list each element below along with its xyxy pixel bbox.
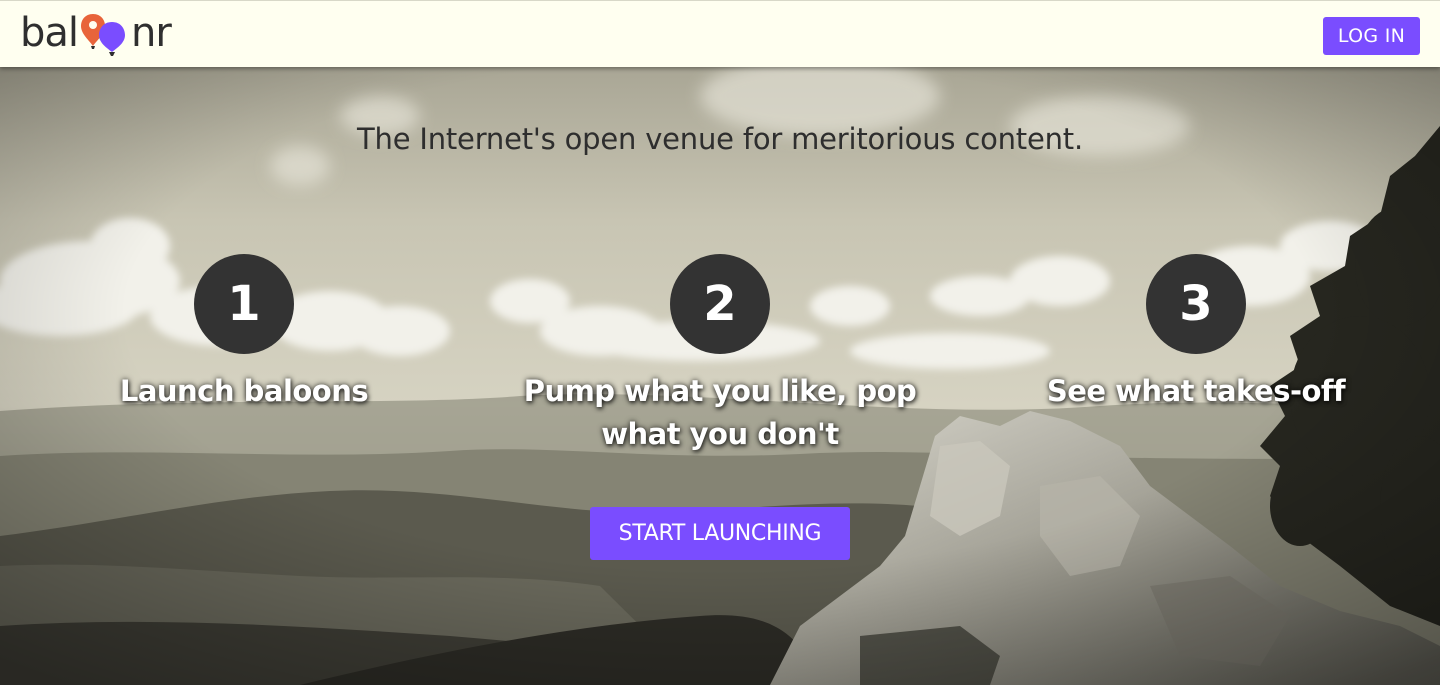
hero-tagline: The Internet's open venue for meritoriou… [357,122,1083,156]
step-2: 2 Pump what you like, pop what you don't [510,254,930,456]
top-navbar: bal nr LOG IN [0,0,1440,67]
step-3: 3 See what takes-off [986,254,1406,413]
step-number-badge: 1 [194,254,294,354]
step-label: See what takes-off [1046,374,1346,408]
start-launching-button[interactable]: START LAUNCHING [590,507,850,560]
step-label: Launch baloons [119,374,369,408]
brand-name-start: bal [20,10,79,56]
step-label: Pump what you like, pop what you don't [523,374,917,451]
step-1: 1 Launch baloons [34,254,454,413]
step-number-badge: 2 [670,254,770,354]
hero-section: The Internet's open venue for meritoriou… [0,66,1440,685]
landing-page: bal nr LOG IN The Internet's open venue … [0,0,1440,685]
step-number-badge: 3 [1146,254,1246,354]
balloons-logo-icon [81,14,126,56]
brand-name-end: nr [131,10,172,56]
brand-logo[interactable]: bal nr [20,9,172,57]
login-button[interactable]: LOG IN [1323,17,1420,55]
